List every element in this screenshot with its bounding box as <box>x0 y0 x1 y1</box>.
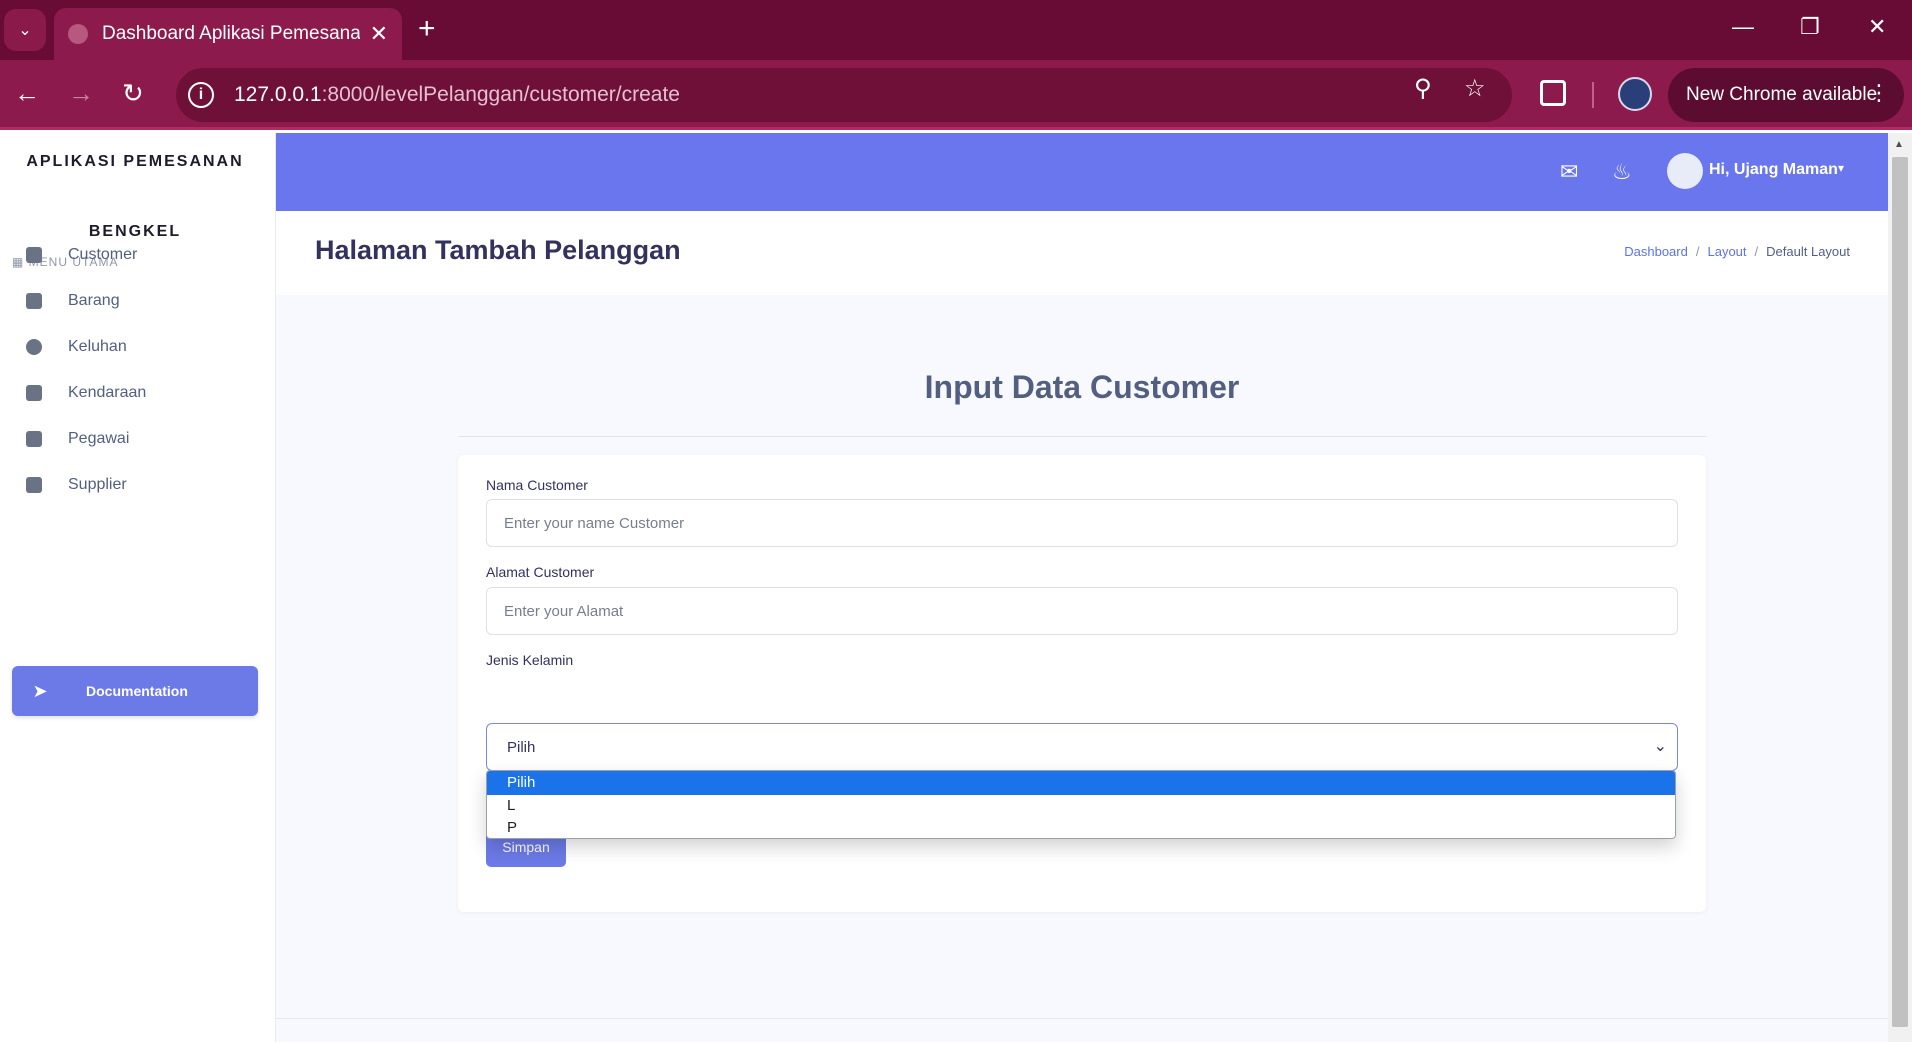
update-label: New Chrome available <box>1686 84 1878 105</box>
truck-icon <box>26 477 42 493</box>
tab-title: Dashboard Aplikasi Pemesanan <box>102 23 360 44</box>
divider <box>458 436 1706 437</box>
caret-down-icon[interactable]: ▾ <box>1838 161 1844 175</box>
new-tab-button[interactable]: + <box>418 12 436 46</box>
nama-customer-input[interactable] <box>486 499 1678 547</box>
page-header: Halaman Tambah Pelanggan Dashboard / Lay… <box>276 211 1888 295</box>
user-menu[interactable]: Hi, Ujang Maman <box>1709 161 1838 179</box>
sidebar-item-label: Keluhan <box>68 338 127 355</box>
sidebar-item-label: Kendaraan <box>68 384 147 401</box>
sidebar-item-pegawai[interactable]: Pegawai <box>0 417 270 461</box>
breadcrumb-separator: / <box>1754 244 1759 259</box>
tab-search-button[interactable]: ⌄ <box>4 9 46 51</box>
zoom-icon[interactable]: ⚲ <box>1414 74 1432 103</box>
sidebar-item-barang[interactable]: Barang <box>0 279 270 323</box>
chevron-down-icon: ⌄ <box>1653 738 1667 755</box>
car-icon <box>26 385 42 401</box>
sidebar-item-kendaraan[interactable]: Kendaraan <box>0 371 270 415</box>
restore-button[interactable]: ❐ <box>1800 14 1820 40</box>
url-path: :8000/levelPelanggan/customer/create <box>321 83 680 106</box>
sidebar-item-customer[interactable]: Customer <box>0 233 270 277</box>
alamat-customer-label: Alamat Customer <box>486 564 595 580</box>
avatar[interactable] <box>1667 153 1703 189</box>
sidebar-item-keluhan[interactable]: Keluhan <box>0 325 270 369</box>
nama-customer-label: Nama Customer <box>486 477 588 493</box>
back-arrow-icon[interactable]: ← <box>14 78 40 108</box>
users-icon <box>26 247 42 263</box>
dropdown-option-l[interactable]: L <box>487 795 1675 817</box>
jenis-kelamin-select[interactable]: Pilih ⌄ <box>486 723 1678 771</box>
browser-tab-bar: ⌄ Dashboard Aplikasi Pemesanan ✕ + — ❐ ✕ <box>0 0 1912 60</box>
forward-arrow-icon[interactable]: → <box>68 78 94 108</box>
globe-icon <box>68 24 88 44</box>
close-window-button[interactable]: ✕ <box>1868 14 1886 40</box>
reload-icon[interactable]: ↻ <box>122 78 144 108</box>
mail-icon[interactable]: ✉ <box>1560 159 1578 185</box>
brand-title: APLIKASI PEMESANAN <box>26 153 244 170</box>
dropdown-option-pilih[interactable]: Pilih <box>487 771 1675 795</box>
browser-tab[interactable]: Dashboard Aplikasi Pemesanan ✕ <box>54 8 402 60</box>
extensions-icon[interactable] <box>1540 80 1566 106</box>
bell-icon[interactable]: ♨ <box>1612 159 1632 185</box>
dropdown-option-p[interactable]: P <box>487 817 1675 838</box>
box-icon <box>26 293 42 309</box>
sidebar-item-label: Supplier <box>68 476 127 493</box>
breadcrumb-separator: / <box>1695 244 1700 259</box>
browser-toolbar: ← → ↻ i 127.0.0.1:8000/levelPelanggan/cu… <box>0 60 1912 130</box>
page-title: Halaman Tambah Pelanggan <box>315 235 681 265</box>
sidebar: APLIKASI PEMESANAN BENGKEL ▦ MENU UTAMA … <box>0 133 276 1042</box>
address-bar[interactable]: i 127.0.0.1:8000/levelPelanggan/customer… <box>176 68 1512 122</box>
profile-avatar[interactable] <box>1618 77 1652 111</box>
sidebar-item-label: Pegawai <box>68 430 130 447</box>
top-navbar: ✉ ♨ <box>276 133 1888 211</box>
more-menu-icon[interactable]: ⋮ <box>1868 80 1890 106</box>
page-viewport: APLIKASI PEMESANAN BENGKEL ▦ MENU UTAMA … <box>0 133 1912 1042</box>
select-value: Pilih <box>507 738 536 756</box>
rocket-icon: ➤ <box>32 680 48 701</box>
bookmark-star-icon[interactable]: ☆ <box>1464 74 1486 103</box>
sidebar-item-supplier[interactable]: Supplier <box>0 463 270 507</box>
customer-form: Nama Customer Alamat Customer Jenis Kela… <box>458 455 1706 912</box>
tab-close-icon[interactable]: ✕ <box>370 21 388 47</box>
breadcrumb-current: Default Layout <box>1766 244 1850 259</box>
scroll-thumb[interactable] <box>1892 157 1908 1027</box>
user-tie-icon <box>26 431 42 447</box>
jenis-kelamin-dropdown: Pilih L P <box>486 770 1676 839</box>
update-chrome-button[interactable]: New Chrome available ⋮ <box>1668 68 1904 122</box>
breadcrumb: Dashboard / Layout / Default Layout <box>1624 244 1850 259</box>
documentation-label: Documentation <box>86 683 188 699</box>
footer-divider <box>276 1018 1888 1019</box>
scroll-up-icon[interactable]: ▲ <box>1894 139 1904 150</box>
url-host: 127.0.0.1 <box>234 83 322 106</box>
chevron-down-icon: ⌄ <box>18 22 32 39</box>
jenis-kelamin-label: Jenis Kelamin <box>486 652 574 668</box>
exclamation-icon <box>26 339 42 355</box>
page-scrollbar[interactable]: ▲ <box>1888 133 1912 1042</box>
breadcrumb-layout[interactable]: Layout <box>1707 244 1746 259</box>
sidebar-item-label: Barang <box>68 292 120 309</box>
breadcrumb-dashboard[interactable]: Dashboard <box>1624 244 1688 259</box>
site-info-icon[interactable]: i <box>188 82 214 108</box>
form-heading: Input Data Customer <box>924 369 1240 405</box>
toolbar-separator <box>1592 82 1594 108</box>
alamat-customer-input[interactable] <box>486 587 1678 635</box>
sidebar-item-label: Customer <box>68 246 138 263</box>
minimize-button[interactable]: — <box>1732 14 1754 40</box>
documentation-button[interactable]: ➤ Documentation <box>12 666 258 716</box>
